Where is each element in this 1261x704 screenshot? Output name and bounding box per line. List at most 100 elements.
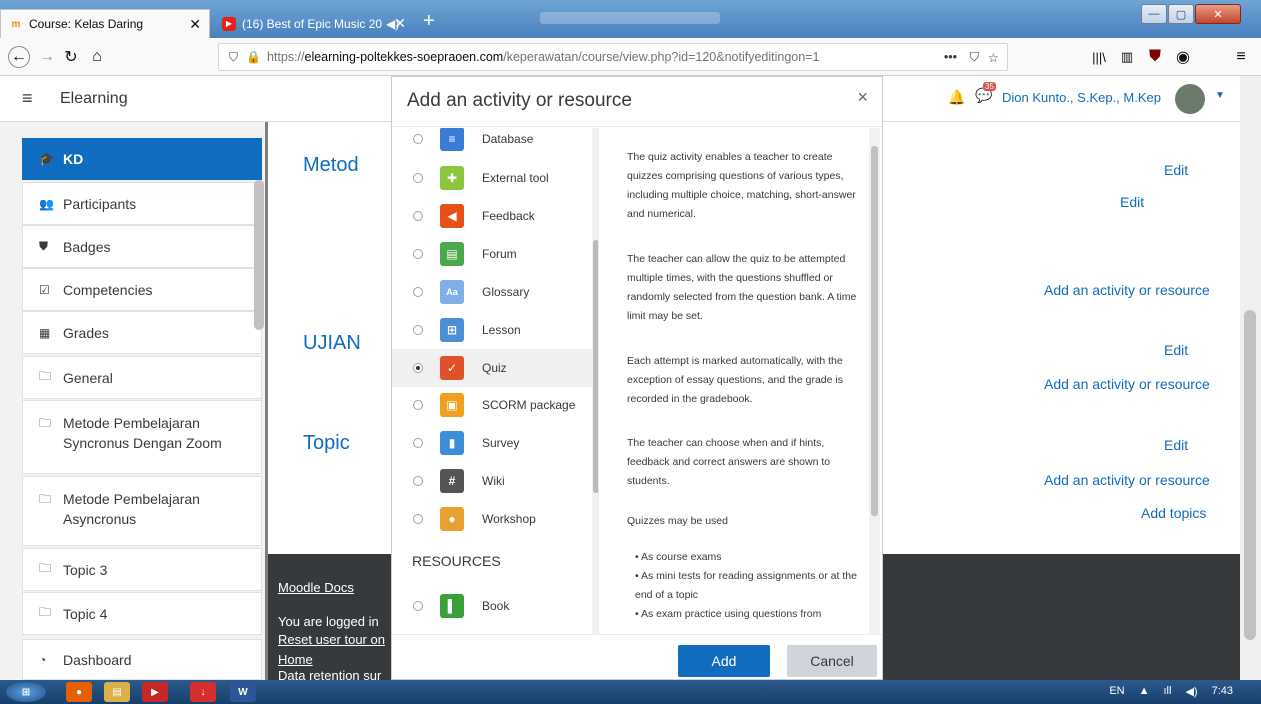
bookmark-star-icon[interactable]: ☆: [988, 50, 999, 65]
add-activity-link[interactable]: Add an activity or resource: [1044, 376, 1210, 392]
edit-link[interactable]: Edit: [1164, 342, 1188, 358]
edit-link[interactable]: Edit: [1120, 194, 1144, 210]
scroll-thumb[interactable]: [871, 146, 878, 516]
edit-link[interactable]: Edit: [1164, 437, 1188, 453]
forward-icon[interactable]: →: [36, 46, 58, 68]
section-title[interactable]: Metod: [303, 154, 359, 177]
close-icon[interactable]: ×: [857, 87, 868, 108]
radio-button[interactable]: [413, 249, 423, 259]
new-tab-button[interactable]: +: [423, 10, 435, 33]
option-database[interactable]: ≡ Database: [392, 128, 592, 158]
menu-icon[interactable]: ≡: [1230, 46, 1252, 68]
radio-button[interactable]: [413, 211, 423, 221]
scroll-thumb[interactable]: [593, 240, 598, 493]
options-scrollbar[interactable]: [592, 128, 598, 634]
help-scrollbar[interactable]: [869, 128, 880, 634]
add-topics-link[interactable]: Add topics: [1141, 505, 1206, 521]
drawer-item-participants[interactable]: 👥 Participants: [22, 182, 262, 225]
drawer-item-topic4[interactable]: 🗀 Topic 4: [22, 592, 262, 635]
radio-button[interactable]: [413, 363, 423, 373]
home-icon[interactable]: ⌂: [86, 46, 108, 68]
home-link[interactable]: Home: [278, 652, 313, 667]
radio-button[interactable]: [413, 173, 423, 183]
sidebar-icon[interactable]: ▥: [1116, 46, 1138, 68]
chevron-down-icon[interactable]: ▼: [1215, 90, 1225, 101]
minimize-button[interactable]: —: [1141, 4, 1167, 24]
tab-music[interactable]: ▶ (16) Best of Epic Music 2017 ◀) ✕: [214, 9, 414, 38]
option-wiki[interactable]: # Wiki: [392, 462, 592, 500]
edit-link[interactable]: Edit: [1164, 162, 1188, 178]
start-button[interactable]: ⊞: [6, 682, 46, 702]
word-taskbar-icon[interactable]: W: [230, 682, 256, 702]
drawer-item-metode-async[interactable]: 🗀 Metode Pembelajaran Asyncronus: [22, 476, 262, 546]
cancel-button[interactable]: Cancel: [787, 645, 877, 677]
ublock-icon[interactable]: ⛊: [1144, 46, 1166, 68]
drawer-item-topic3[interactable]: 🗀 Topic 3: [22, 548, 262, 591]
maximize-button[interactable]: ▢: [1168, 4, 1194, 24]
radio-button[interactable]: [413, 400, 423, 410]
page-scrollbar[interactable]: [1240, 76, 1261, 680]
shield-icon[interactable]: ⛉: [229, 50, 238, 65]
site-name[interactable]: Elearning: [60, 90, 128, 108]
account-icon[interactable]: ◉: [1172, 46, 1194, 68]
option-glossary[interactable]: Aa Glossary: [392, 273, 592, 311]
reset-tour-link[interactable]: Reset user tour on: [278, 632, 385, 647]
option-book[interactable]: ▌ Book: [392, 587, 592, 625]
lock-icon[interactable]: 🔒: [246, 50, 261, 64]
library-icon[interactable]: |||\: [1088, 46, 1110, 68]
drawer-item-kd[interactable]: 🎓 KD: [22, 138, 262, 180]
option-quiz[interactable]: ✓ Quiz: [392, 349, 592, 387]
section-title[interactable]: Topic: [303, 432, 350, 455]
tray-arrow-icon[interactable]: ▲: [1139, 685, 1150, 698]
drawer-item-metode-sync[interactable]: 🗀 Metode Pembelajaran Syncronus Dengan Z…: [22, 400, 262, 474]
clock[interactable]: 7:43: [1212, 685, 1233, 698]
moodle-docs-link[interactable]: Moodle Docs: [278, 580, 354, 595]
option-forum[interactable]: ▤ Forum: [392, 235, 592, 273]
option-lesson[interactable]: ⊞ Lesson: [392, 311, 592, 349]
avatar[interactable]: [1175, 84, 1205, 114]
drawer-item-dashboard[interactable]: ◔ Dashboard: [22, 639, 262, 680]
radio-button[interactable]: [413, 325, 423, 335]
add-activity-link[interactable]: Add an activity or resource: [1044, 472, 1210, 488]
radio-button[interactable]: [413, 601, 423, 611]
pocket-icon[interactable]: ⛉: [970, 50, 979, 65]
radio-button[interactable]: [413, 514, 423, 524]
close-window-button[interactable]: ✕: [1195, 4, 1241, 24]
firefox-taskbar-icon[interactable]: ●: [66, 682, 92, 702]
option-external-tool[interactable]: ✚ External tool: [392, 159, 592, 197]
volume-icon[interactable]: ◀): [1185, 685, 1197, 698]
drawer-item-competencies[interactable]: ☑ Competencies: [22, 268, 262, 311]
radio-button[interactable]: [413, 438, 423, 448]
option-survey[interactable]: ▮ Survey: [392, 424, 592, 462]
downloader-taskbar-icon[interactable]: ↓: [190, 682, 216, 702]
help-bullet: • As exam practice using questions from: [635, 608, 822, 620]
radio-button[interactable]: [413, 287, 423, 297]
scroll-thumb[interactable]: [1244, 310, 1256, 640]
drawer-item-general[interactable]: 🗀 General: [22, 356, 262, 399]
add-button[interactable]: Add: [678, 645, 770, 677]
radio-button[interactable]: [413, 476, 423, 486]
drawer-scrollbar[interactable]: [254, 180, 264, 330]
network-icon[interactable]: ıll: [1164, 685, 1172, 698]
language-indicator[interactable]: EN: [1109, 685, 1124, 698]
user-name[interactable]: Dion Kunto., S.Kep., M.Kep: [1002, 90, 1161, 105]
drawer-item-grades[interactable]: ▦ Grades: [22, 311, 262, 354]
page-actions-icon[interactable]: •••: [944, 50, 957, 64]
url-bar[interactable]: ⛉ 🔒 https:// elearning-poltekkes-soeprao…: [218, 43, 1008, 71]
bell-icon[interactable]: 🔔: [948, 89, 965, 106]
tab-close-icon[interactable]: ✕: [189, 16, 201, 33]
hamburger-menu-icon[interactable]: ≡: [22, 88, 33, 109]
add-activity-link[interactable]: Add an activity or resource: [1044, 282, 1210, 298]
option-workshop[interactable]: ● Workshop: [392, 500, 592, 538]
section-title[interactable]: UJIAN: [303, 332, 361, 355]
radio-button[interactable]: [413, 134, 423, 144]
tab-course[interactable]: m Course: Kelas Daring ✕: [0, 9, 210, 38]
media-taskbar-icon[interactable]: ▶: [142, 682, 168, 702]
explorer-taskbar-icon[interactable]: ▤: [104, 682, 130, 702]
back-icon[interactable]: ←: [8, 46, 30, 68]
reload-icon[interactable]: ↻: [60, 46, 82, 68]
option-feedback[interactable]: ◀ Feedback: [392, 197, 592, 235]
drawer-item-badges[interactable]: ⛊ Badges: [22, 225, 262, 268]
option-scorm[interactable]: ▣ SCORM package: [392, 386, 592, 424]
tab-close-icon[interactable]: ✕: [394, 15, 406, 32]
